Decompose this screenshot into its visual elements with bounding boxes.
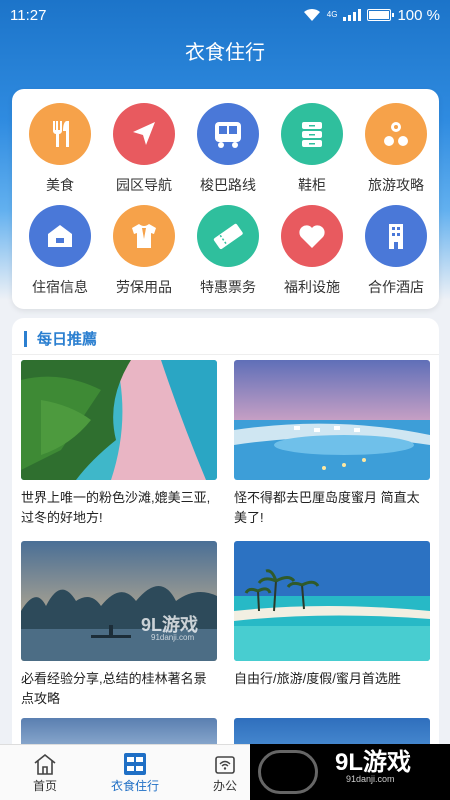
section-header: 每日推薦 [24,328,97,349]
grid-item-travel-guide[interactable]: 旅游攻略 [354,103,438,203]
services-grid: 美食 园区导航 梭巴路线 鞋柜 旅游攻略 住宿信息 劳保用品 特惠票务 福利设施… [12,89,439,309]
site-watermark: 9L游戏 91danji.com [250,744,450,800]
tab-label: 衣食住行 [110,779,159,793]
status-icons: 4G 100 % [303,7,440,24]
guilin-river-image: 9L游戏 91danji.com [21,541,217,661]
bus-icon [197,103,259,165]
grid-item-food[interactable]: 美食 [18,103,102,203]
grid-item-label: 园区导航 [116,177,172,193]
heart-icon [281,205,343,267]
grid-item-label: 合作酒店 [368,279,424,295]
grid-item-label: 美食 [46,177,74,193]
grid-item-shoe-cabinet[interactable]: 鞋柜 [270,103,354,203]
section-title: 每日推薦 [37,331,98,348]
signal-icon [343,9,362,21]
navigation-arrow-icon [113,103,175,165]
grid-item-label: 住宿信息 [32,279,88,295]
daily-recommend-section: 每日推薦 世界上唯一的粉色沙滩,媲美三亚,过冬的好地方! 怪不得都去巴厘岛度蜜月… [12,318,439,748]
battery-level: 100 % [397,6,440,24]
wifi-icon [303,8,320,21]
recommend-card[interactable]: 世界上唯一的粉色沙滩,媲美三亚,过冬的好地方! [21,360,217,528]
uniform-icon [113,205,175,267]
grid-item-tickets[interactable]: 特惠票务 [186,205,270,305]
recommend-card[interactable]: 9L游戏 91danji.com 必看经验分享,总结的桂林著名景点攻略 [21,541,217,709]
grid-item-partner-hotel[interactable]: 合作酒店 [354,205,438,305]
tropical-island-image [234,541,430,661]
grid-item-label: 特惠票务 [200,279,256,295]
recommend-caption: 自由行/旅游/度假/蜜月首选胜 [234,671,401,686]
network-type: 4G [326,10,338,19]
grid-item-label: 鞋柜 [298,177,326,193]
divider [12,354,439,355]
image-watermark-url: 91danji.com [151,633,195,642]
recommend-card[interactable]: 自由行/旅游/度假/蜜月首选胜 [234,541,430,689]
ticket-icon [197,205,259,267]
page-title: 衣食住行 [185,42,265,64]
grid-item-label: 福利设施 [284,279,340,295]
grid-item-label: 劳保用品 [116,279,172,295]
grid-item-lodging[interactable]: 住宿信息 [18,205,102,305]
recommend-card[interactable]: 怪不得都去巴厘岛度蜜月 简直太美了! [234,360,430,528]
tab-home[interactable]: 首页 [0,745,90,800]
lodging-icon [29,205,91,267]
recommend-caption: 必看经验分享,总结的桂林著名景点攻略 [21,671,207,706]
grid-item-label: 梭巴路线 [200,177,256,193]
fork-knife-icon [29,103,91,165]
grid-item-bus-route[interactable]: 梭巴路线 [186,103,270,203]
recommend-caption: 世界上唯一的粉色沙滩,媲美三亚,过冬的好地方! [21,490,211,525]
recommend-caption: 怪不得都去巴厘岛度蜜月 简直太美了! [234,490,420,525]
grid-item-protective-supplies[interactable]: 劳保用品 [102,205,186,305]
battery-icon [367,9,395,21]
cabinet-icon [281,103,343,165]
lifestyle-grid-icon [90,750,180,777]
home-icon [0,750,90,777]
section-accent-bar [24,330,27,347]
bali-resort-image [234,360,430,480]
travel-guide-icon [365,103,427,165]
status-time: 11:27 [10,6,47,24]
grid-item-label: 旅游攻略 [368,177,424,193]
status-bar: 11:27 4G 100 % [0,0,450,30]
tab-label: 首页 [32,779,57,793]
grid-item-navigation[interactable]: 园区导航 [102,103,186,203]
tab-lifestyle[interactable]: 衣食住行 [90,745,180,800]
pink-beach-image [21,360,217,480]
watermark-logo: 9L游戏 [335,749,412,776]
hotel-building-icon [365,205,427,267]
grid-item-welfare[interactable]: 福利设施 [270,205,354,305]
